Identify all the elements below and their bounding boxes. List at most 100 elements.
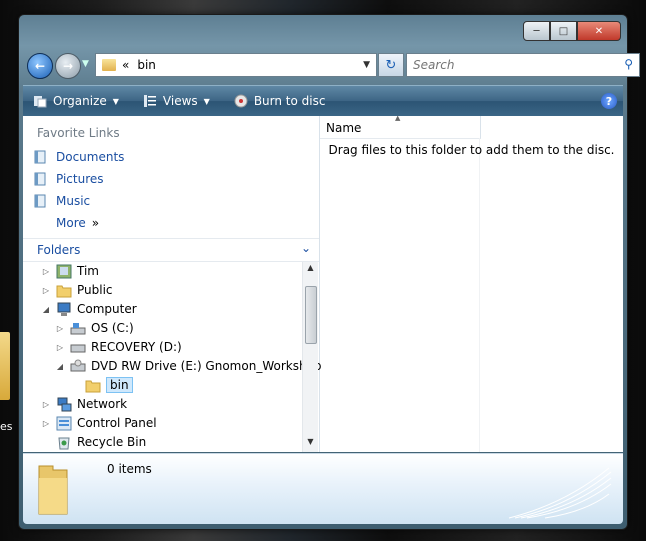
expand-icon[interactable]: ▷ [41, 400, 51, 409]
desktop-folder-icon[interactable] [0, 332, 10, 400]
recycle-bin-icon [58, 437, 70, 449]
maximize-button[interactable]: □ [550, 21, 577, 41]
breadcrumb-bin[interactable]: bin [137, 58, 156, 72]
favorite-link-pictures[interactable]: Pictures [33, 172, 104, 186]
tree-item-network[interactable]: ▷ Network [41, 395, 127, 413]
tree-item-recycle-bin[interactable]: Recycle Bin [56, 433, 146, 451]
caption-buttons: ─ □ ✕ [523, 21, 621, 41]
folder-icon [102, 59, 116, 71]
address-bar[interactable]: « bin ▼ [95, 53, 377, 77]
expand-icon[interactable]: ▷ [41, 419, 51, 428]
user-folder-icon [56, 264, 72, 278]
tree-item-bin[interactable]: bin [70, 376, 133, 394]
expand-icon[interactable]: ▷ [55, 324, 65, 333]
organize-button[interactable]: Organize ▼ [33, 94, 119, 108]
documents-icon [34, 150, 46, 164]
views-icon [143, 95, 156, 107]
content-area: Favorite Links Documents Pictures Music … [23, 114, 623, 452]
large-folder-icon [38, 465, 68, 515]
collapse-chevron-icon[interactable]: ⌄ [301, 241, 311, 255]
favorite-links-title: Favorite Links [37, 126, 120, 140]
tree-label: DVD RW Drive (E:) Gnomon_Workshop [91, 359, 322, 373]
empty-folder-message: Drag files to this folder to add them to… [328, 143, 615, 157]
help-button[interactable]: ? [601, 93, 617, 109]
collapse-icon[interactable]: ◢ [55, 362, 65, 371]
tree-item-recovery-d[interactable]: ▷ RECOVERY (D:) [55, 338, 182, 356]
minimize-button[interactable]: ─ [523, 21, 550, 41]
hard-drive-icon [70, 344, 86, 352]
tree-item-computer[interactable]: ◢ Computer [41, 300, 137, 318]
scrollbar-thumb[interactable] [305, 286, 317, 344]
tree-label: RECOVERY (D:) [91, 340, 182, 354]
network-icon [57, 397, 72, 411]
tree-item-dvd-rw-drive[interactable]: ◢ DVD RW Drive (E:) Gnomon_Workshop [55, 357, 322, 375]
tree-label: Control Panel [77, 416, 157, 430]
folder-tree: ▷ Tim ▷ Public ◢ Computer ▷ OS (C:) ▷ RE… [23, 262, 322, 452]
search-icon[interactable]: ⚲ [624, 57, 633, 71]
close-button[interactable]: ✕ [577, 21, 621, 41]
search-input[interactable] [407, 54, 615, 76]
views-caret-icon: ▼ [203, 96, 210, 106]
folders-header[interactable]: Folders ⌄ [23, 238, 319, 262]
sort-ascending-icon: ▲ [395, 114, 401, 122]
scroll-down-arrow-icon[interactable]: ▼ [303, 437, 318, 451]
favorite-label-more: More [56, 216, 86, 230]
file-list: ▲ Name Drag files to this folder to add … [320, 114, 623, 452]
navigation-pane: Favorite Links Documents Pictures Music … [23, 116, 322, 452]
organize-label: Organize [53, 94, 107, 108]
search-box[interactable]: ⚲ [406, 53, 640, 77]
folder-tree-scrollbar[interactable]: ▲ ▼ [302, 262, 318, 452]
decorative-swoosh [508, 467, 612, 519]
column-divider [479, 138, 480, 452]
tree-label: Network [77, 397, 128, 411]
tree-label: Public [77, 283, 113, 297]
burn-to-disc-button[interactable]: Burn to disc [234, 94, 326, 108]
folder-icon [85, 380, 101, 392]
favorite-link-documents[interactable]: Documents [33, 150, 124, 164]
expand-icon[interactable]: ▷ [55, 343, 65, 352]
refresh-button[interactable]: ↻ [378, 53, 404, 77]
tree-label: Recycle Bin [77, 435, 147, 449]
tree-label: bin [106, 377, 133, 393]
address-dropdown-icon[interactable]: ▼ [363, 60, 370, 70]
music-icon [34, 194, 46, 208]
forward-button[interactable]: → [55, 53, 81, 79]
favorite-label-documents: Documents [56, 150, 125, 164]
expand-icon[interactable]: ▷ [41, 267, 51, 276]
column-header-name[interactable]: ▲ Name [320, 114, 481, 139]
dvd-drive-icon [70, 359, 86, 371]
recent-pages-dropdown-icon[interactable]: ▼ [82, 59, 89, 69]
collapse-icon[interactable]: ◢ [41, 305, 51, 314]
tree-item-control-panel[interactable]: ▷ Control Panel [41, 414, 157, 432]
control-panel-icon [56, 416, 72, 430]
favorite-link-more[interactable]: More » [56, 216, 99, 230]
tree-item-tim[interactable]: ▷ Tim [41, 262, 99, 280]
burn-to-disc-label: Burn to disc [253, 94, 326, 108]
tree-item-public[interactable]: ▷ Public [41, 281, 113, 299]
address-overflow-chevron[interactable]: « [122, 58, 129, 72]
views-button[interactable]: Views ▼ [143, 94, 210, 108]
folders-title: Folders [37, 243, 81, 257]
tree-label: Computer [77, 302, 137, 316]
views-label: Views [162, 94, 198, 108]
computer-icon [57, 302, 71, 316]
tree-label: Tim [77, 264, 99, 278]
tree-label: OS (C:) [91, 321, 134, 335]
desktop-icon-label: es [0, 420, 13, 433]
more-chevron-icon: » [91, 216, 100, 230]
explorer-window: ─ □ ✕ ← → ▼ « bin ▼ ↻ ⚲ Organize ▼ Views… [18, 14, 640, 530]
organize-caret-icon: ▼ [112, 96, 119, 106]
burn-disc-icon [234, 94, 248, 108]
back-button[interactable]: ← [27, 53, 53, 79]
column-label-name: Name [326, 121, 362, 135]
expand-icon[interactable]: ▷ [41, 286, 51, 295]
hard-drive-icon [70, 322, 86, 334]
favorite-label-music: Music [56, 194, 91, 208]
command-bar: Organize ▼ Views ▼ Burn to disc ? [23, 85, 623, 116]
scroll-up-arrow-icon[interactable]: ▲ [303, 263, 318, 277]
tree-item-os-c[interactable]: ▷ OS (C:) [55, 319, 134, 337]
favorite-label-pictures: Pictures [56, 172, 104, 186]
address-row: ← → ▼ « bin ▼ ↻ ⚲ [25, 51, 640, 81]
organize-icon [34, 96, 47, 108]
favorite-link-music[interactable]: Music [33, 194, 90, 208]
